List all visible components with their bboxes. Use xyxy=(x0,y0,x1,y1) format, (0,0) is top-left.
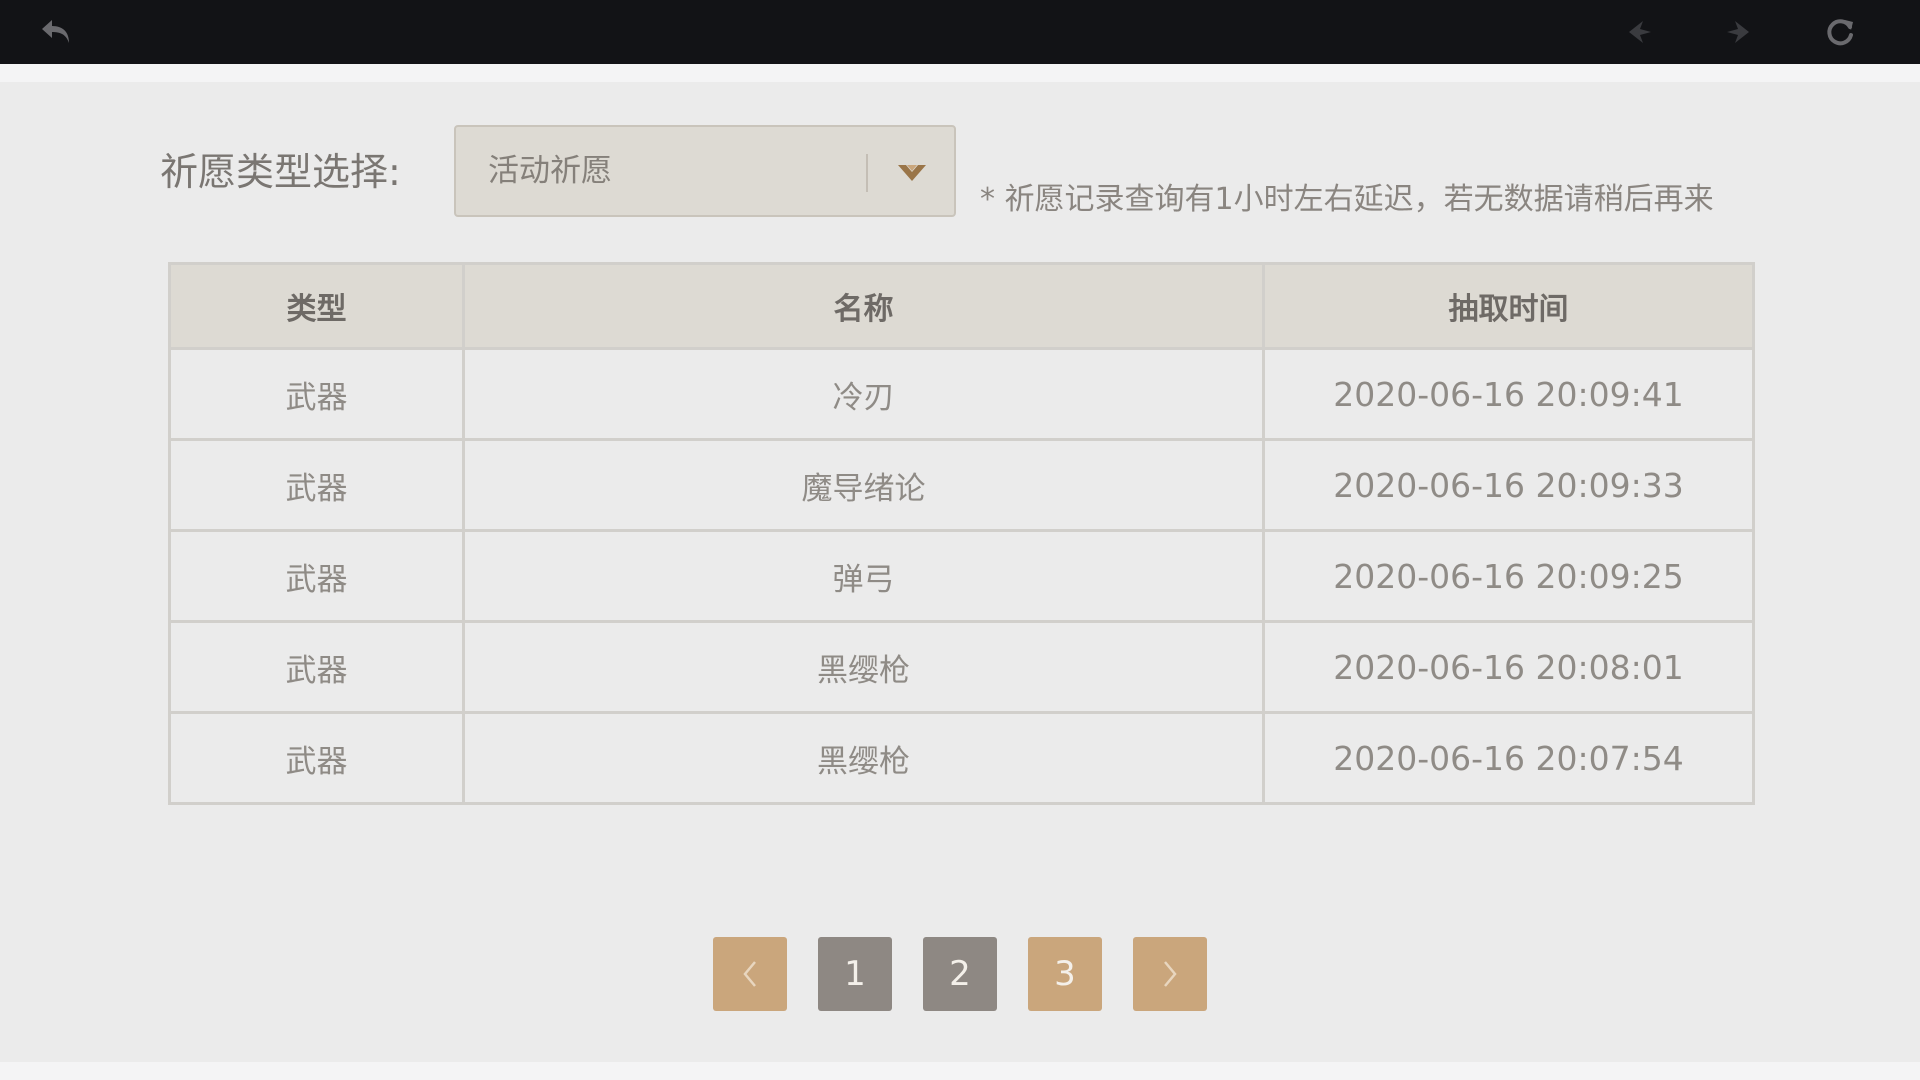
cell-type: 武器 xyxy=(168,620,465,714)
wish-type-selected-value: 活动祈愿 xyxy=(488,153,612,189)
table-row: 武器 弹弓 2020-06-16 20:09:25 xyxy=(168,529,1755,623)
nav-left-icon[interactable] xyxy=(1620,12,1660,52)
column-header-name: 名称 xyxy=(462,262,1265,350)
nav-right-icon[interactable] xyxy=(1718,12,1758,52)
delay-notice: * 祈愿记录查询有1小时左右延迟，若无数据请稍后再来 xyxy=(980,182,1714,217)
page-button-2[interactable]: 2 xyxy=(923,937,997,1011)
wish-type-select[interactable]: 活动祈愿 xyxy=(454,125,956,217)
column-header-type: 类型 xyxy=(168,262,465,350)
wish-records-table: 类型 名称 抽取时间 武器 冷刃 2020-06-16 20:09:41 武器 … xyxy=(168,262,1755,805)
back-arrow-icon[interactable] xyxy=(36,12,76,52)
cell-type: 武器 xyxy=(168,347,465,441)
cell-name: 黑缨枪 xyxy=(462,620,1265,714)
wish-type-label: 祈愿类型选择: xyxy=(160,150,401,194)
prev-page-button[interactable] xyxy=(713,937,787,1011)
table-row: 武器 黑缨枪 2020-06-16 20:07:54 xyxy=(168,711,1755,805)
cell-type: 武器 xyxy=(168,529,465,623)
cell-time: 2020-06-16 20:09:25 xyxy=(1262,529,1755,623)
chevron-left-icon xyxy=(743,961,756,987)
chevron-down-icon[interactable] xyxy=(892,155,932,191)
table-header-row: 类型 名称 抽取时间 xyxy=(168,262,1755,350)
cell-name: 弹弓 xyxy=(462,529,1265,623)
cell-time: 2020-06-16 20:08:01 xyxy=(1262,620,1755,714)
cell-time: 2020-06-16 20:09:41 xyxy=(1262,347,1755,441)
cell-name: 冷刃 xyxy=(462,347,1265,441)
cell-name: 黑缨枪 xyxy=(462,711,1265,805)
refresh-icon[interactable] xyxy=(1820,12,1860,52)
cell-name: 魔导绪论 xyxy=(462,438,1265,532)
pagination: 1 2 3 xyxy=(713,937,1207,1011)
table-row: 武器 黑缨枪 2020-06-16 20:08:01 xyxy=(168,620,1755,714)
table-row: 武器 冷刃 2020-06-16 20:09:41 xyxy=(168,347,1755,441)
next-page-button[interactable] xyxy=(1133,937,1207,1011)
page-button-3[interactable]: 3 xyxy=(1028,937,1102,1011)
cell-type: 武器 xyxy=(168,438,465,532)
page-button-1[interactable]: 1 xyxy=(818,937,892,1011)
cell-type: 武器 xyxy=(168,711,465,805)
cell-time: 2020-06-16 20:09:33 xyxy=(1262,438,1755,532)
chevron-right-icon xyxy=(1164,961,1177,987)
select-divider xyxy=(866,154,868,192)
cell-time: 2020-06-16 20:07:54 xyxy=(1262,711,1755,805)
column-header-time: 抽取时间 xyxy=(1262,262,1755,350)
top-toolbar xyxy=(0,0,1920,64)
table-row: 武器 魔导绪论 2020-06-16 20:09:33 xyxy=(168,438,1755,532)
